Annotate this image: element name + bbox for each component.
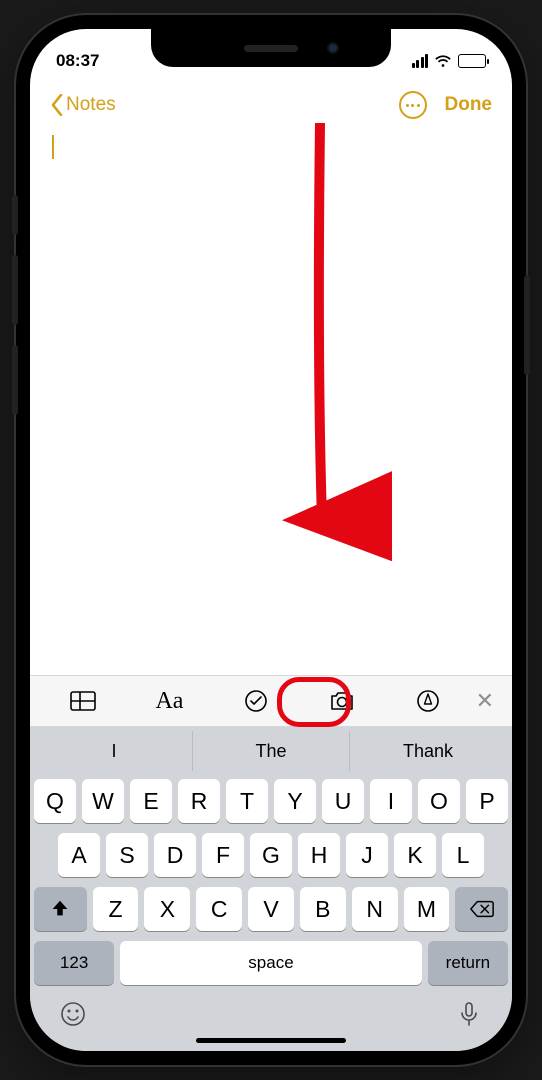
front-camera — [327, 42, 339, 54]
suggestion-1[interactable]: I — [36, 731, 192, 771]
chevron-left-icon — [50, 94, 64, 116]
numbers-key[interactable]: 123 — [34, 941, 114, 985]
battery-icon — [458, 54, 486, 68]
key-f[interactable]: F — [202, 833, 244, 877]
key-u[interactable]: U — [322, 779, 364, 823]
text-style-icon: Aa — [155, 688, 183, 715]
key-m[interactable]: M — [404, 887, 450, 931]
key-e[interactable]: E — [130, 779, 172, 823]
dictation-button[interactable] — [454, 999, 484, 1034]
key-t[interactable]: T — [226, 779, 268, 823]
volume-up-button — [12, 255, 18, 325]
backspace-icon — [469, 899, 495, 919]
table-button[interactable] — [40, 676, 126, 726]
note-editor[interactable] — [30, 131, 512, 675]
ellipsis-icon — [406, 104, 420, 107]
key-a[interactable]: A — [58, 833, 100, 877]
emoji-icon — [58, 999, 88, 1029]
key-r[interactable]: R — [178, 779, 220, 823]
phone-frame: 08:37 Notes Done — [16, 15, 526, 1065]
text-style-button[interactable]: Aa — [126, 676, 212, 726]
key-j[interactable]: J — [346, 833, 388, 877]
camera-button[interactable] — [299, 676, 385, 726]
markup-button[interactable] — [385, 676, 471, 726]
table-icon — [68, 686, 98, 716]
power-button — [524, 275, 530, 375]
clock: 08:37 — [56, 51, 99, 71]
suggestion-row: I The Thank — [30, 727, 512, 775]
key-s[interactable]: S — [106, 833, 148, 877]
key-o[interactable]: O — [418, 779, 460, 823]
space-key[interactable]: space — [120, 941, 422, 985]
key-k[interactable]: K — [394, 833, 436, 877]
key-n[interactable]: N — [352, 887, 398, 931]
key-i[interactable]: I — [370, 779, 412, 823]
key-w[interactable]: W — [82, 779, 124, 823]
volume-down-button — [12, 345, 18, 415]
shift-icon — [49, 898, 71, 920]
key-l[interactable]: L — [442, 833, 484, 877]
checklist-icon — [241, 686, 271, 716]
emoji-button[interactable] — [58, 999, 88, 1034]
key-g[interactable]: G — [250, 833, 292, 877]
key-z[interactable]: Z — [93, 887, 139, 931]
back-label: Notes — [66, 94, 116, 116]
shift-key[interactable] — [34, 887, 87, 931]
screen: 08:37 Notes Done — [30, 29, 512, 1051]
key-d[interactable]: D — [154, 833, 196, 877]
key-p[interactable]: P — [466, 779, 508, 823]
key-y[interactable]: Y — [274, 779, 316, 823]
backspace-key[interactable] — [455, 887, 508, 931]
speaker-grille — [244, 45, 298, 52]
notch — [151, 29, 391, 67]
suggestion-2[interactable]: The — [192, 731, 349, 771]
camera-icon — [327, 686, 357, 716]
back-button[interactable]: Notes — [50, 94, 116, 116]
keyboard-keys: QWERTYUIOP ASDFGHJKL ZXCVBNM 123 space r… — [30, 775, 512, 991]
text-cursor — [52, 135, 54, 159]
close-icon: ✕ — [476, 688, 494, 713]
checklist-button[interactable] — [213, 676, 299, 726]
markup-icon — [413, 686, 443, 716]
keyboard-container: Aa ✕ I The Thank — [30, 675, 512, 1051]
mute-switch — [12, 195, 18, 235]
key-h[interactable]: H — [298, 833, 340, 877]
status-right — [412, 54, 487, 68]
cellular-signal-icon — [412, 54, 429, 68]
key-c[interactable]: C — [196, 887, 242, 931]
microphone-icon — [454, 999, 484, 1029]
return-key[interactable]: return — [428, 941, 508, 985]
format-toolbar: Aa ✕ — [30, 675, 512, 727]
suggestion-3[interactable]: Thank — [349, 731, 506, 771]
wifi-icon — [434, 54, 452, 68]
key-x[interactable]: X — [144, 887, 190, 931]
done-button[interactable]: Done — [445, 94, 493, 116]
nav-bar: Notes Done — [30, 79, 512, 131]
more-button[interactable] — [399, 91, 427, 119]
key-b[interactable]: B — [300, 887, 346, 931]
home-indicator[interactable] — [196, 1038, 346, 1043]
close-toolbar-button[interactable]: ✕ — [472, 688, 502, 714]
key-v[interactable]: V — [248, 887, 294, 931]
key-q[interactable]: Q — [34, 779, 76, 823]
